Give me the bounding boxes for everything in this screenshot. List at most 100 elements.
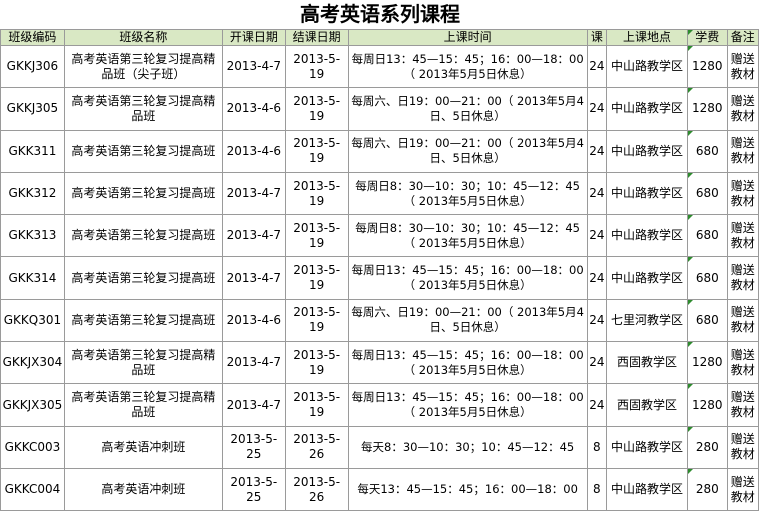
cell-code[interactable]: GKK313 [0,214,65,258]
cell-end[interactable]: 2013-5-19 [284,298,349,343]
cell-name[interactable]: 高考英语第三轮复习提高班 [63,256,223,300]
cell-lessons[interactable]: 24 [586,256,607,300]
cell-note[interactable]: 赠送教材 [726,467,760,511]
cell-code[interactable]: GKKJX304 [0,341,65,385]
header-lessons[interactable]: 课 [586,29,607,46]
cell-fee[interactable]: 680 [687,171,728,216]
cell-location[interactable]: 中山路教学区 [605,87,689,131]
cell-location[interactable]: 七里河教学区 [605,298,689,343]
cell-fee[interactable]: 1280 [687,87,728,131]
cell-note[interactable]: 赠送教材 [726,256,760,300]
cell-time[interactable]: 每天13：45—15：45；16：00—18：00 [347,467,588,511]
cell-start[interactable]: 2013-4-6 [221,129,286,173]
cell-start[interactable]: 2013-5-25 [221,467,286,511]
cell-code[interactable]: GKK312 [0,171,65,216]
cell-fee[interactable]: 680 [687,298,728,343]
cell-start[interactable]: 2013-4-7 [221,383,286,427]
cell-name[interactable]: 高考英语冲刺班 [63,467,223,511]
cell-start[interactable]: 2013-4-7 [221,44,286,89]
cell-location[interactable]: 西固教学区 [605,341,689,385]
cell-location[interactable]: 中山路教学区 [605,256,689,300]
cell-note[interactable]: 赠送教材 [726,425,760,469]
cell-note[interactable]: 赠送教材 [726,383,760,427]
cell-time[interactable]: 每周日8：30—10：30；10：45—12：45（ 2013年5月5日休息） [347,171,588,216]
cell-location[interactable]: 中山路教学区 [605,214,689,258]
cell-lessons[interactable]: 24 [586,44,607,89]
cell-lessons[interactable]: 8 [586,425,607,469]
cell-end[interactable]: 2013-5-19 [284,171,349,216]
cell-start[interactable]: 2013-4-6 [221,87,286,131]
cell-location[interactable]: 中山路教学区 [605,44,689,89]
cell-location[interactable]: 中山路教学区 [605,171,689,216]
cell-code[interactable]: GKKJ305 [0,87,65,131]
cell-time[interactable]: 每周六、日19：00—21：00（ 2013年5月4日、5日休息） [347,298,588,343]
cell-start[interactable]: 2013-4-7 [221,214,286,258]
cell-note[interactable]: 赠送教材 [726,341,760,385]
cell-code[interactable]: GKK311 [0,129,65,173]
cell-location[interactable]: 中山路教学区 [605,129,689,173]
cell-time[interactable]: 每天8：30—10：30；10：45—12：45 [347,425,588,469]
cell-start[interactable]: 2013-4-7 [221,171,286,216]
cell-code[interactable]: GKKJ306 [0,44,65,89]
cell-lessons[interactable]: 24 [586,129,607,173]
cell-lessons[interactable]: 24 [586,214,607,258]
header-fee[interactable]: 学费 [687,29,728,46]
cell-time[interactable]: 每周日13：45—15：45；16：00—18：00（ 2013年5月5日休息） [347,383,588,427]
cell-name[interactable]: 高考英语第三轮复习提高精品班（尖子班） [63,44,223,89]
cell-lessons[interactable]: 24 [586,171,607,216]
header-code[interactable]: 班级编码 [0,29,65,46]
cell-code[interactable]: GKK314 [0,256,65,300]
cell-code[interactable]: GKKJX305 [0,383,65,427]
cell-time[interactable]: 每周日8：30—10：30；10：45—12：45（ 2013年5月5日休息） [347,214,588,258]
cell-name[interactable]: 高考英语第三轮复习提高精品班 [63,383,223,427]
cell-lessons[interactable]: 24 [586,298,607,343]
cell-fee[interactable]: 280 [687,425,728,469]
cell-time[interactable]: 每周日13：45—15：45；16：00—18：00（ 2013年5月5日休息） [347,256,588,300]
header-location[interactable]: 上课地点 [605,29,689,46]
cell-name[interactable]: 高考英语第三轮复习提高班 [63,214,223,258]
cell-lessons[interactable]: 24 [586,341,607,385]
cell-location[interactable]: 西固教学区 [605,383,689,427]
cell-name[interactable]: 高考英语第三轮复习提高班 [63,298,223,343]
header-start[interactable]: 开课日期 [221,29,286,46]
cell-name[interactable]: 高考英语第三轮复习提高精品班 [63,87,223,131]
cell-end[interactable]: 2013-5-26 [284,425,349,469]
cell-lessons[interactable]: 24 [586,383,607,427]
cell-location[interactable]: 中山路教学区 [605,467,689,511]
cell-note[interactable]: 赠送教材 [726,171,760,216]
header-name[interactable]: 班级名称 [63,29,223,46]
cell-time[interactable]: 每周六、日19：00—21：00（ 2013年5月4日、5日休息） [347,129,588,173]
cell-note[interactable]: 赠送教材 [726,129,760,173]
cell-lessons[interactable]: 8 [586,467,607,511]
cell-fee[interactable]: 280 [687,467,728,511]
cell-fee[interactable]: 680 [687,214,728,258]
cell-end[interactable]: 2013-5-19 [284,44,349,89]
cell-note[interactable]: 赠送教材 [726,298,760,343]
cell-end[interactable]: 2013-5-26 [284,467,349,511]
cell-lessons[interactable]: 24 [586,87,607,131]
cell-note[interactable]: 赠送教材 [726,214,760,258]
cell-end[interactable]: 2013-5-19 [284,383,349,427]
header-time[interactable]: 上课时间 [347,29,588,46]
cell-location[interactable]: 中山路教学区 [605,425,689,469]
cell-fee[interactable]: 680 [687,129,728,173]
cell-end[interactable]: 2013-5-19 [284,87,349,131]
cell-code[interactable]: GKKC003 [0,425,65,469]
cell-fee[interactable]: 1280 [687,44,728,89]
header-note[interactable]: 备注 [726,29,760,46]
cell-time[interactable]: 每周日13：45—15：45；16：00—18：00（ 2013年5月5日休息） [347,44,588,89]
cell-note[interactable]: 赠送教材 [726,44,760,89]
cell-fee[interactable]: 1280 [687,383,728,427]
cell-name[interactable]: 高考英语第三轮复习提高班 [63,129,223,173]
cell-code[interactable]: GKKC004 [0,467,65,511]
cell-code[interactable]: GKKQ301 [0,298,65,343]
cell-start[interactable]: 2013-4-7 [221,256,286,300]
cell-end[interactable]: 2013-5-19 [284,129,349,173]
cell-end[interactable]: 2013-5-19 [284,214,349,258]
cell-start[interactable]: 2013-4-7 [221,341,286,385]
cell-start[interactable]: 2013-4-6 [221,298,286,343]
cell-note[interactable]: 赠送教材 [726,87,760,131]
cell-name[interactable]: 高考英语第三轮复习提高班 [63,171,223,216]
cell-time[interactable]: 每周日13：45—15：45；16：00—18：00（ 2013年5月5日休息） [347,341,588,385]
cell-fee[interactable]: 1280 [687,341,728,385]
